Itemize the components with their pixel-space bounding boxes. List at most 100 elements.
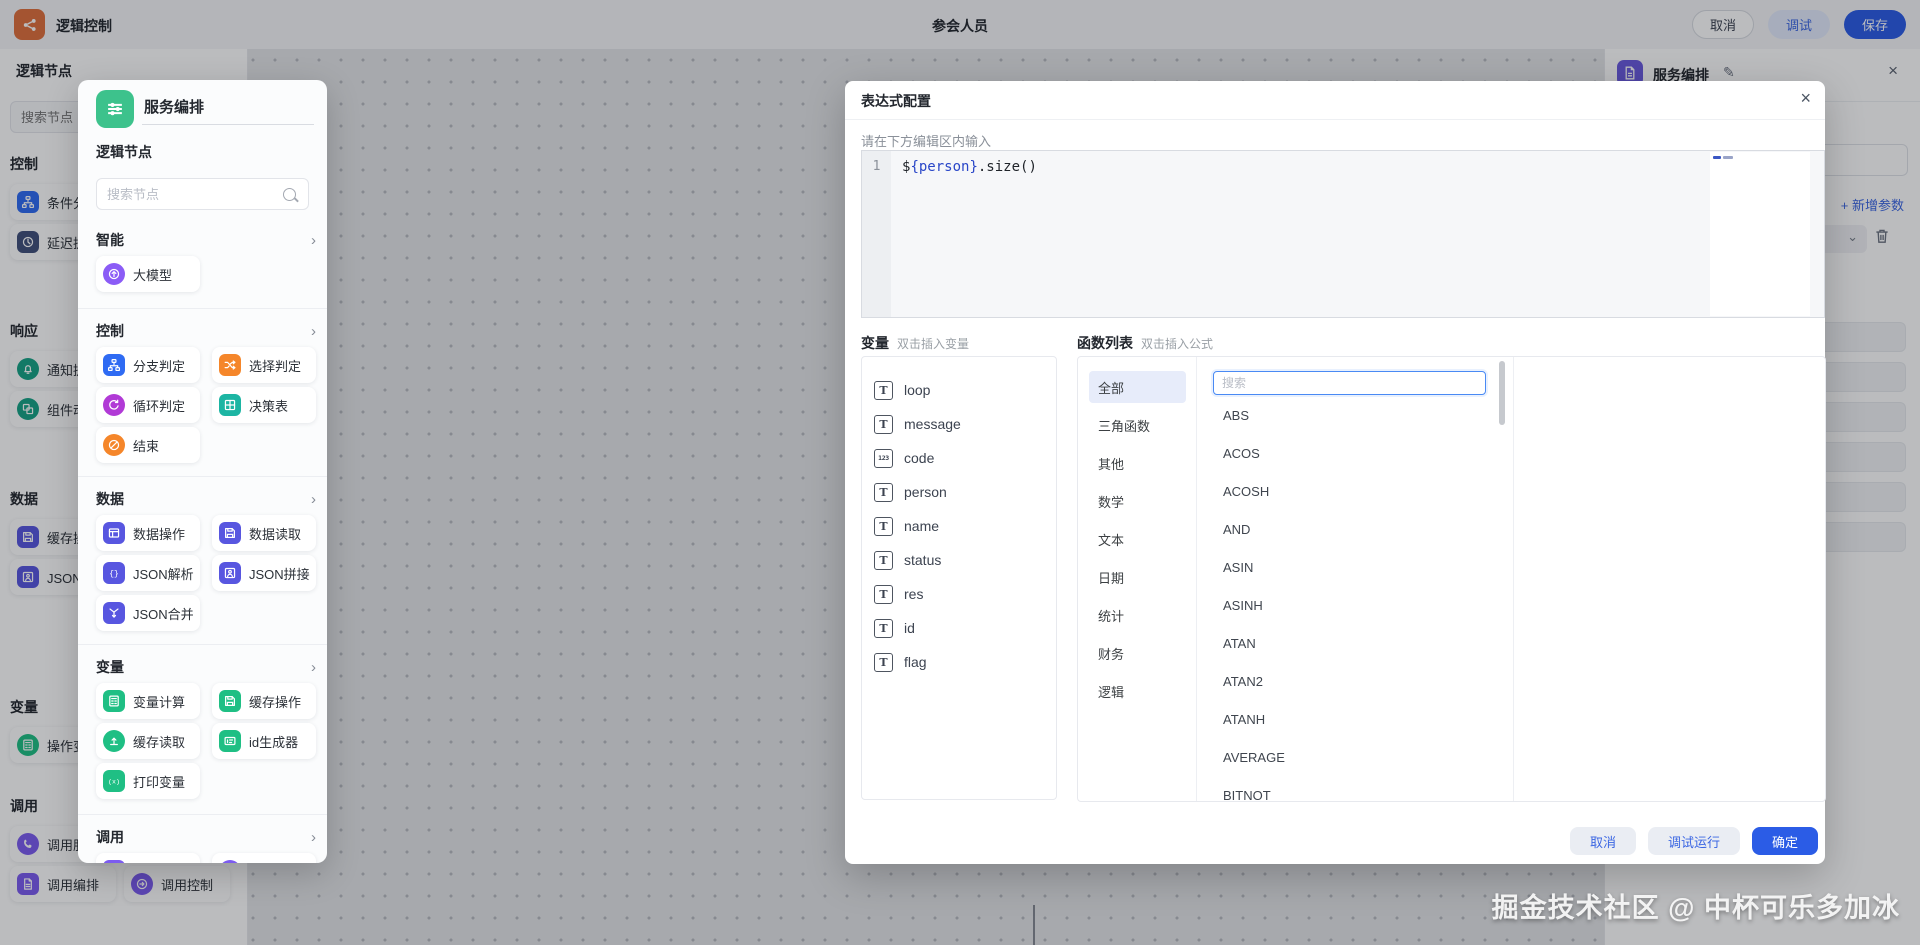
node-item-label: 选择判定 <box>249 356 301 375</box>
node-item[interactable]: (x)打印变量 <box>96 763 200 799</box>
function-category[interactable]: 统计 <box>1089 599 1186 631</box>
node-item-label: 大模型 <box>133 265 172 284</box>
chevron-right-icon[interactable]: › <box>311 492 316 507</box>
node-item[interactable]: 分支判定 <box>96 347 200 383</box>
variable-item[interactable]: Tname <box>862 509 1056 543</box>
node-item[interactable] <box>212 853 316 863</box>
palette-search-input[interactable] <box>97 187 283 202</box>
minimap-mark <box>1713 156 1721 159</box>
variable-name: person <box>904 484 947 500</box>
expression-code-editor[interactable]: 1 ${person}.size() <box>861 150 1825 318</box>
node-item[interactable]: id生成器 <box>212 723 316 759</box>
svg-text:{}: {} <box>109 570 118 579</box>
variable-item[interactable]: Tmessage <box>862 407 1056 441</box>
node-item[interactable]: 大模型 <box>96 256 200 292</box>
code-segment: {person} <box>910 159 977 175</box>
node-item-label: 分支判定 <box>133 356 185 375</box>
chevron-right-icon[interactable]: › <box>311 233 316 248</box>
function-category[interactable]: 财务 <box>1089 637 1186 669</box>
id-card-icon <box>219 730 241 752</box>
function-category[interactable]: 全部 <box>1089 371 1186 403</box>
function-category[interactable]: 文本 <box>1089 523 1186 555</box>
function-item[interactable]: ACOSH <box>1197 472 1497 510</box>
functions-panel: 全部三角函数其他数学文本日期统计财务逻辑 ABSACOSACOSHANDASIN… <box>1077 356 1826 802</box>
chevron-right-icon[interactable]: › <box>311 324 316 339</box>
node-item[interactable]: 循环判定 <box>96 387 200 423</box>
function-item[interactable]: ABS <box>1197 396 1497 434</box>
editor-minimap[interactable] <box>1710 152 1810 316</box>
scrollbar-thumb[interactable] <box>1499 361 1505 425</box>
chevron-right-icon[interactable]: › <box>311 660 316 675</box>
variable-item[interactable]: Tperson <box>862 475 1056 509</box>
variable-item[interactable]: Tloop <box>862 373 1056 407</box>
variable-item[interactable]: Tstatus <box>862 543 1056 577</box>
dialog-test-run-button[interactable]: 调试运行 <box>1648 827 1740 855</box>
node-item-label: 循环判定 <box>133 396 185 415</box>
node-item[interactable] <box>96 853 200 863</box>
function-item[interactable]: AVERAGE <box>1197 738 1497 776</box>
branch-icon <box>103 354 125 376</box>
function-category[interactable]: 其他 <box>1089 447 1186 479</box>
node-section: 控制›分支判定选择判定循环判定决策表结束 <box>78 321 327 463</box>
text-type-icon: T <box>874 517 893 536</box>
node-item[interactable]: JSON合并 <box>96 595 200 631</box>
chevron-right-icon[interactable]: › <box>311 830 316 845</box>
watermark: 掘金技术社区 @ 中杯可乐多加冰 <box>1492 886 1900 925</box>
node-item[interactable]: 缓存读取 <box>96 723 200 759</box>
line-number-gutter: 1 <box>862 151 891 317</box>
function-item[interactable]: ACOS <box>1197 434 1497 472</box>
node-item[interactable]: 决策表 <box>212 387 316 423</box>
function-item[interactable]: ASIN <box>1197 548 1497 586</box>
text-type-icon: T <box>874 619 893 638</box>
function-item[interactable]: AND <box>1197 510 1497 548</box>
function-search-input[interactable] <box>1213 371 1486 395</box>
table-icon <box>103 522 125 544</box>
node-item-label: 变量计算 <box>133 692 185 711</box>
node-item[interactable]: {}JSON解析 <box>96 555 200 591</box>
call-control-icon <box>219 860 241 863</box>
function-item[interactable]: ASINH <box>1197 586 1497 624</box>
save-icon <box>219 522 241 544</box>
braces-icon: {} <box>103 562 125 584</box>
node-item-label: 缓存读取 <box>133 732 185 751</box>
function-category[interactable]: 数学 <box>1089 485 1186 517</box>
function-item[interactable]: ATANH <box>1197 700 1497 738</box>
svg-text:(x): (x) <box>108 778 120 785</box>
function-category[interactable]: 日期 <box>1089 561 1186 593</box>
node-item[interactable]: 数据操作 <box>96 515 200 551</box>
variable-item[interactable]: Tflag <box>862 645 1056 679</box>
node-item-label: 决策表 <box>249 396 288 415</box>
function-item[interactable]: BITNOT <box>1197 776 1497 800</box>
variable-item[interactable]: Tres <box>862 577 1056 611</box>
variable-item[interactable]: Tid <box>862 611 1056 645</box>
dialog-close-icon[interactable]: × <box>1800 88 1811 109</box>
function-item[interactable]: ATAN <box>1197 624 1497 662</box>
calc-icon <box>103 690 125 712</box>
variable-item[interactable]: 123code <box>862 441 1056 475</box>
app-root: 否 逻辑控制 参会人员 取消 调试 保存 逻辑节点 控制条件分结束延迟执响应通知… <box>0 0 1920 945</box>
variable-name: res <box>904 586 923 602</box>
node-section: 数据›数据操作数据读取{}JSON解析JSON拼接JSON合并 <box>78 489 327 631</box>
node-name-input[interactable] <box>142 96 314 125</box>
node-item[interactable]: 结束 <box>96 427 200 463</box>
node-item[interactable]: 选择判定 <box>212 347 316 383</box>
editor-hint: 请在下方编辑区内输入 <box>861 131 991 150</box>
node-section: 变量 › 变量计算 缓存操作缓存读取 id生成器 (x)打印变量 <box>78 657 327 799</box>
text-type-icon: T <box>874 415 893 434</box>
function-category[interactable]: 三角函数 <box>1089 409 1186 441</box>
node-item[interactable]: 变量计算 <box>96 683 200 719</box>
node-item[interactable]: 缓存操作 <box>212 683 316 719</box>
text-type-icon: T <box>874 585 893 604</box>
node-section: 调用› <box>78 827 327 863</box>
section-title: 变量 <box>96 657 124 677</box>
variable-name: id <box>904 620 915 636</box>
dialog-title: 表达式配置 <box>861 91 931 111</box>
function-category[interactable]: 逻辑 <box>1089 675 1186 707</box>
node-item[interactable]: JSON拼接 <box>212 555 316 591</box>
variable-name: code <box>904 450 934 466</box>
dialog-confirm-button[interactable]: 确定 <box>1752 827 1818 855</box>
node-item[interactable]: 数据读取 <box>212 515 316 551</box>
loop-icon <box>103 394 125 416</box>
function-item[interactable]: ATAN2 <box>1197 662 1497 700</box>
dialog-cancel-button[interactable]: 取消 <box>1570 827 1636 855</box>
